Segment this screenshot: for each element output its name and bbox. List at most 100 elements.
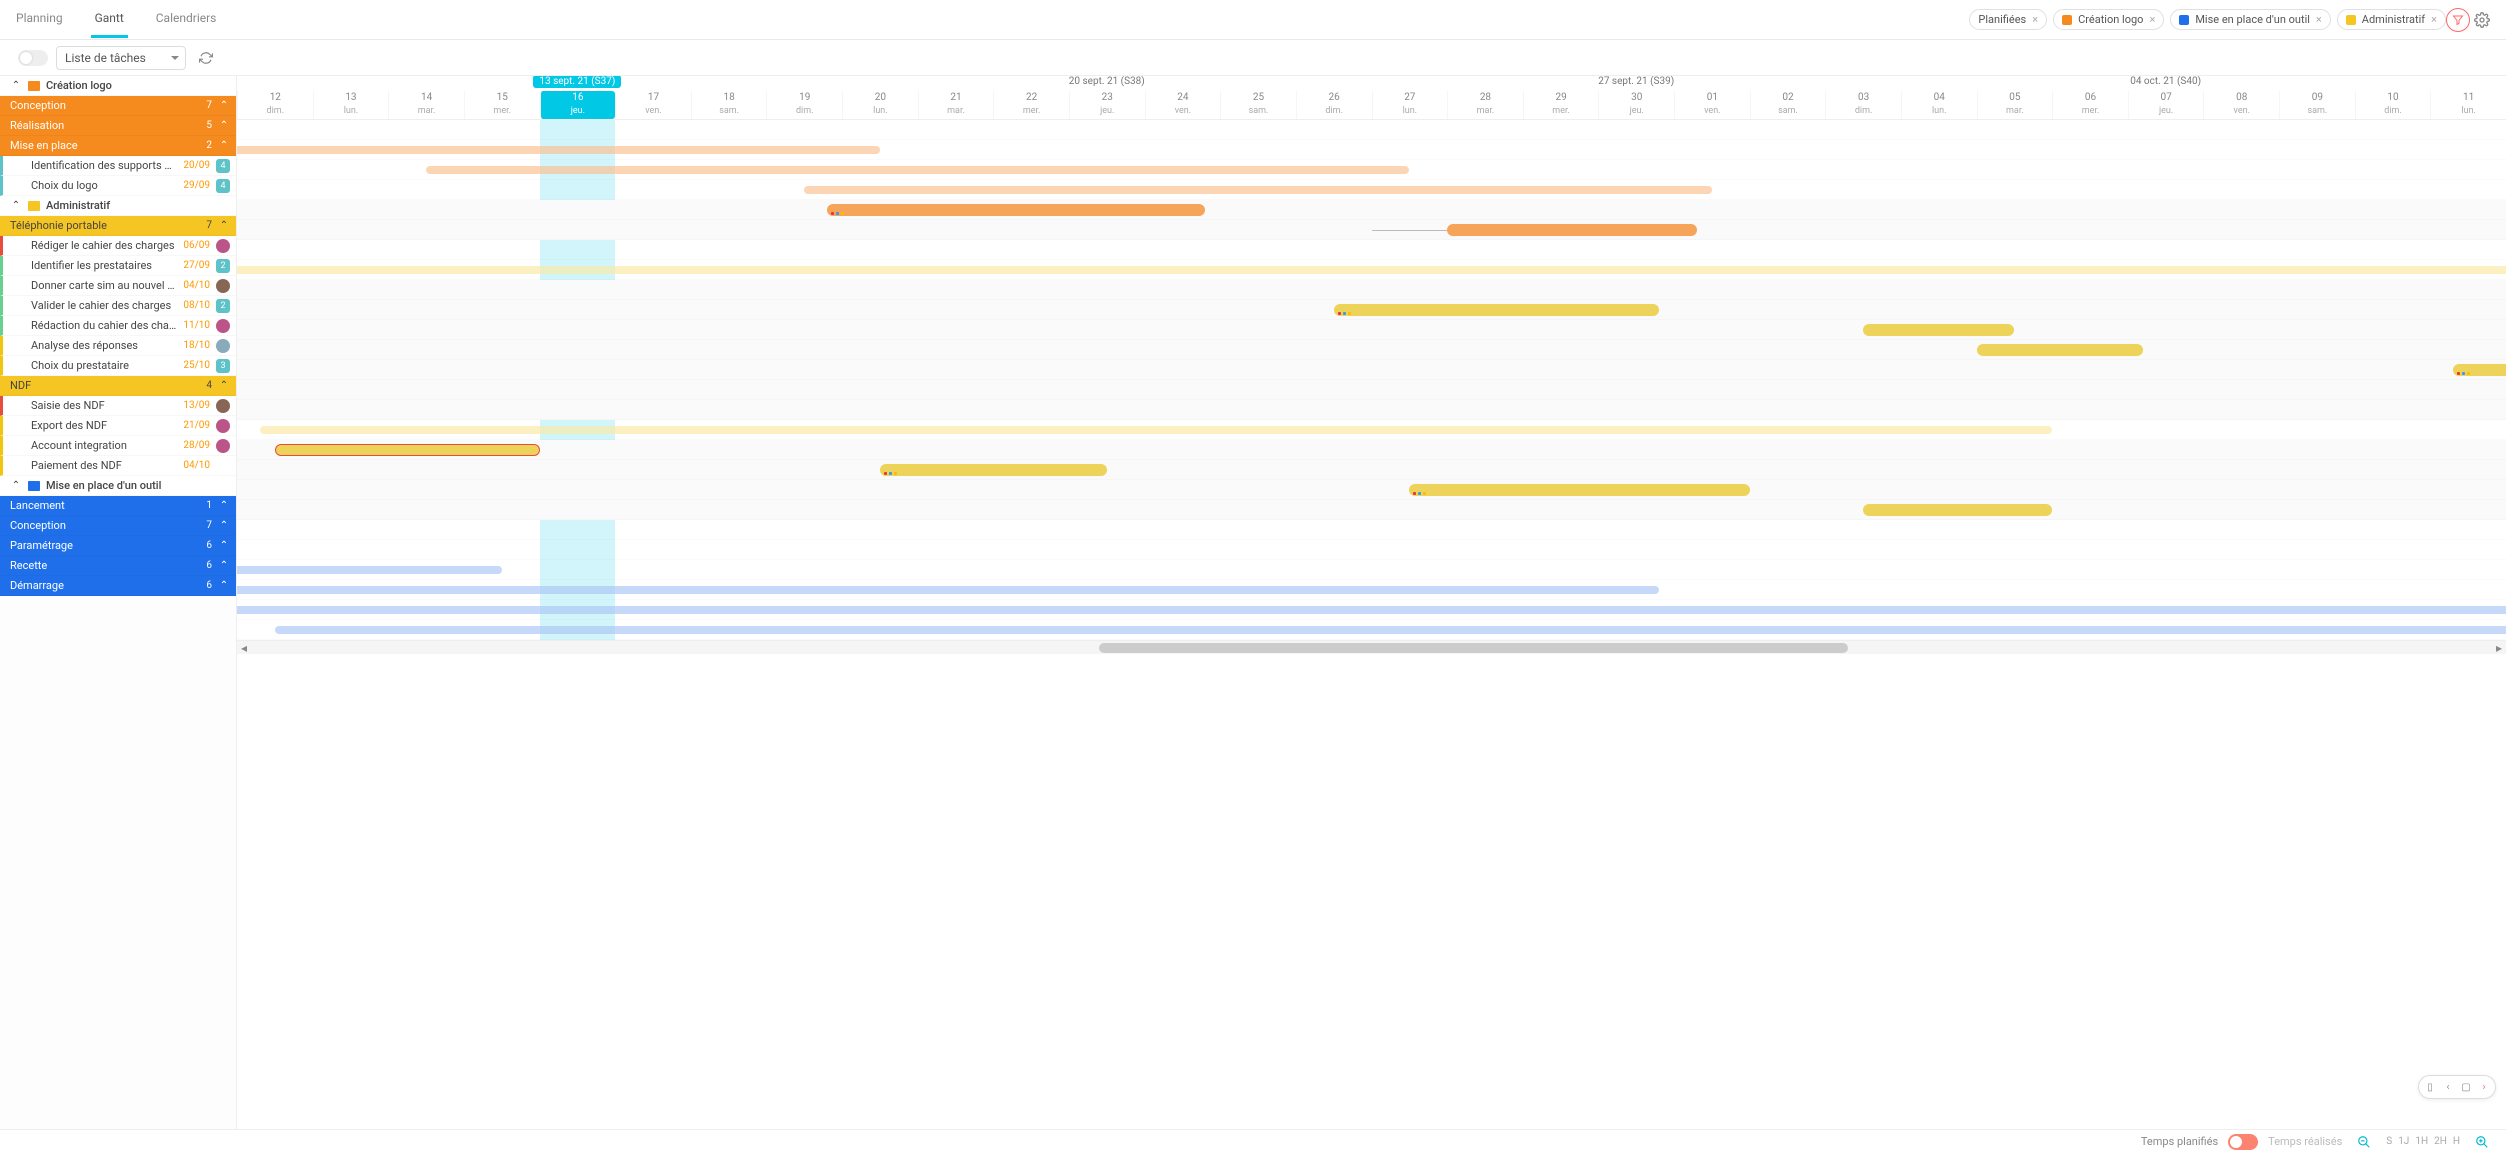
zoom-step[interactable]: H xyxy=(2453,1136,2460,1147)
day-cell[interactable]: 29mer. xyxy=(1523,91,1599,119)
task-row[interactable]: Rédiger le cahier des charges06/09 xyxy=(0,236,236,256)
task-row[interactable]: Choix du prestataire25/103 xyxy=(0,356,236,376)
day-cell[interactable]: 25sam. xyxy=(1220,91,1296,119)
day-cell[interactable]: 26dim. xyxy=(1296,91,1372,119)
project-row[interactable]: ⌃Création logo xyxy=(0,76,236,96)
gantt-bar[interactable] xyxy=(275,444,540,456)
group-row[interactable]: NDF4⌃ xyxy=(0,376,236,396)
gantt-bar[interactable] xyxy=(1447,224,1697,236)
time-mode-toggle[interactable] xyxy=(2228,1134,2258,1150)
scroll-thumb[interactable] xyxy=(1099,643,1848,653)
group-row[interactable]: Réalisation5⌃ xyxy=(0,116,236,136)
fit-icon[interactable]: ▯ xyxy=(2421,1078,2439,1096)
gantt-bar[interactable] xyxy=(1863,504,2052,516)
group-row[interactable]: Lancement1⌃ xyxy=(0,496,236,516)
gantt-bar[interactable] xyxy=(275,626,2506,634)
chevron-up-icon[interactable]: ⌃ xyxy=(218,540,230,551)
close-icon[interactable]: × xyxy=(2316,13,2322,26)
day-cell[interactable]: 03dim. xyxy=(1825,91,1901,119)
gantt-bar[interactable] xyxy=(1409,484,1749,496)
filter-chip[interactable]: Mise en place d'un outil× xyxy=(2170,9,2330,30)
day-cell[interactable]: 18sam. xyxy=(691,91,767,119)
tab-calendriers[interactable]: Calendriers xyxy=(152,1,221,38)
gantt-bar[interactable] xyxy=(827,204,1205,216)
tab-gantt[interactable]: Gantt xyxy=(91,1,128,38)
group-row[interactable]: Démarrage6⌃ xyxy=(0,576,236,596)
day-cell[interactable]: 23jeu. xyxy=(1069,91,1145,119)
prev-icon[interactable]: ‹ xyxy=(2439,1078,2457,1096)
chevron-up-icon[interactable]: ⌃ xyxy=(218,140,230,151)
task-row[interactable]: Valider le cahier des charges08/102 xyxy=(0,296,236,316)
task-row[interactable]: Saisie des NDF13/09 xyxy=(0,396,236,416)
refresh-icon[interactable] xyxy=(194,46,218,70)
gantt-bar[interactable] xyxy=(880,464,1107,476)
day-cell[interactable]: 21mar. xyxy=(918,91,994,119)
zoom-step[interactable]: 1J xyxy=(2398,1136,2409,1147)
day-cell[interactable]: 24ven. xyxy=(1145,91,1221,119)
chevron-up-icon[interactable]: ⌃ xyxy=(218,560,230,571)
horizontal-scrollbar[interactable]: ◂ ▸ xyxy=(237,640,2506,654)
day-cell[interactable]: 10dim. xyxy=(2355,91,2431,119)
gantt-chart[interactable]: 20 sept. 21 (S38)27 sept. 21 (S39)04 oct… xyxy=(237,76,2506,1129)
day-cell[interactable]: 22mer. xyxy=(993,91,1069,119)
day-cell[interactable]: 08ven. xyxy=(2203,91,2279,119)
group-row[interactable]: Recette6⌃ xyxy=(0,556,236,576)
gantt-bar[interactable] xyxy=(426,166,1409,174)
today-icon[interactable]: ▢ xyxy=(2457,1078,2475,1096)
gantt-bar[interactable] xyxy=(2453,364,2506,376)
day-cell[interactable]: 19dim. xyxy=(766,91,842,119)
day-cell[interactable]: 04lun. xyxy=(1901,91,1977,119)
gear-icon[interactable] xyxy=(2470,8,2494,32)
task-row[interactable]: Identification des supports de commun...… xyxy=(0,156,236,176)
day-cell[interactable]: 13lun. xyxy=(313,91,389,119)
day-cell[interactable]: 15mer. xyxy=(464,91,540,119)
filter-chip[interactable]: Planifiées× xyxy=(1969,9,2047,30)
scroll-left-icon[interactable]: ◂ xyxy=(237,641,251,655)
day-cell[interactable]: 30jeu. xyxy=(1598,91,1674,119)
tab-planning[interactable]: Planning xyxy=(12,1,67,38)
gantt-bar[interactable] xyxy=(237,586,1659,594)
day-cell[interactable]: 20lun. xyxy=(842,91,918,119)
zoom-out-icon[interactable] xyxy=(2352,1130,2376,1154)
filter-icon[interactable] xyxy=(2446,8,2470,32)
day-cell[interactable]: 07jeu. xyxy=(2128,91,2204,119)
group-row[interactable]: Conception7⌃ xyxy=(0,516,236,536)
task-row[interactable]: Export des NDF21/09 xyxy=(0,416,236,436)
gantt-bar[interactable] xyxy=(804,186,1712,194)
group-row[interactable]: Mise en place2⌃ xyxy=(0,136,236,156)
gantt-bar[interactable] xyxy=(237,266,2506,274)
day-cell[interactable]: 16jeu. xyxy=(540,91,616,119)
day-cell[interactable]: 09sam. xyxy=(2279,91,2355,119)
zoom-step[interactable]: 1H xyxy=(2415,1136,2428,1147)
close-icon[interactable]: × xyxy=(2032,13,2038,26)
zoom-step[interactable]: S xyxy=(2386,1136,2392,1147)
chevron-up-icon[interactable]: ⌃ xyxy=(218,500,230,511)
task-row[interactable]: Paiement des NDF04/10 xyxy=(0,456,236,476)
chevron-up-icon[interactable]: ⌃ xyxy=(218,120,230,131)
chevron-up-icon[interactable]: ⌃ xyxy=(218,580,230,591)
chevron-up-icon[interactable]: ⌃ xyxy=(218,220,230,231)
day-cell[interactable]: 28mar. xyxy=(1447,91,1523,119)
task-row[interactable]: Donner carte sim au nouvel arrivant04/10 xyxy=(0,276,236,296)
chevron-up-icon[interactable]: ⌃ xyxy=(10,480,22,491)
day-cell[interactable]: 27lun. xyxy=(1372,91,1448,119)
gantt-bar[interactable] xyxy=(1977,344,2143,356)
chevron-up-icon[interactable]: ⌃ xyxy=(218,520,230,531)
zoom-step[interactable]: 2H xyxy=(2434,1136,2447,1147)
group-row[interactable]: Paramétrage6⌃ xyxy=(0,536,236,556)
day-cell[interactable]: 06mer. xyxy=(2052,91,2128,119)
gantt-bar[interactable] xyxy=(1334,304,1659,316)
group-row[interactable]: Téléphonie portable7⌃ xyxy=(0,216,236,236)
day-cell[interactable]: 01ven. xyxy=(1674,91,1750,119)
scroll-right-icon[interactable]: ▸ xyxy=(2492,641,2506,655)
chevron-up-icon[interactable]: ⌃ xyxy=(10,200,22,211)
sidebar-toggle[interactable] xyxy=(18,50,48,66)
project-row[interactable]: ⌃Mise en place d'un outil xyxy=(0,476,236,496)
gantt-bar[interactable] xyxy=(237,566,502,574)
filter-chip[interactable]: Administratif× xyxy=(2337,9,2446,30)
task-row[interactable]: Account integration28/09 xyxy=(0,436,236,456)
day-cell[interactable]: 14mar. xyxy=(388,91,464,119)
day-cell[interactable]: 17ven. xyxy=(615,91,691,119)
close-icon[interactable]: × xyxy=(2431,13,2437,26)
grouping-dropdown[interactable]: Liste de tâches xyxy=(56,46,186,70)
